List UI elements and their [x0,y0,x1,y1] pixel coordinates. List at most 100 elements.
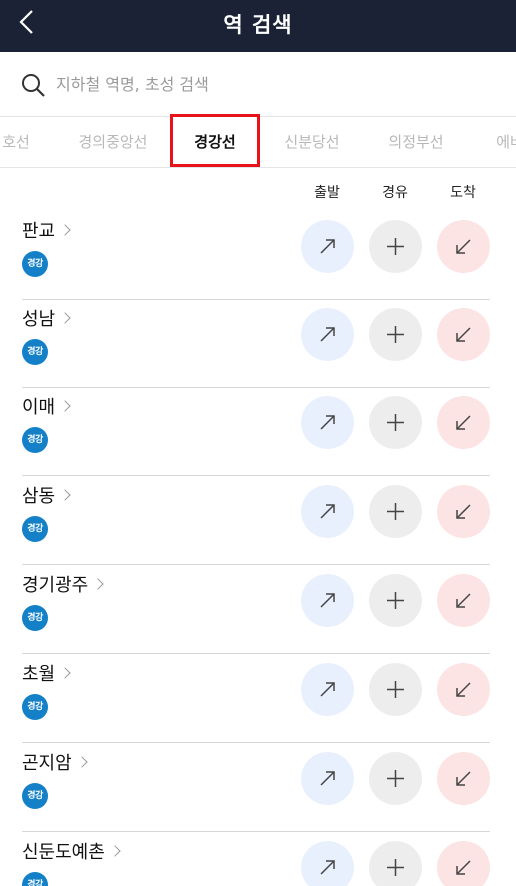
arrival-button[interactable] [437,396,490,449]
search-icon [22,74,45,97]
page-title: 역 검색 [223,13,293,37]
arrow-up-right-icon [320,415,335,430]
station-link[interactable]: 이매 [22,393,71,419]
arrow-up-right-icon [320,239,335,254]
tab-uijeongbu[interactable]: 의정부선 [378,117,454,167]
station-link[interactable]: 신둔도예촌 [22,838,121,864]
chevron-right-icon [92,578,104,590]
line-badge: 경강 [22,516,48,542]
station-name: 삼동 [22,486,56,507]
departure-button[interactable] [301,485,354,538]
station-link[interactable]: 삼동 [22,482,71,508]
line-badge: 경강 [22,694,48,720]
station-row: 신둔도예촌 경강 [22,833,490,886]
plus-icon [387,592,404,609]
via-button[interactable] [369,308,422,361]
search-bar [0,52,516,116]
chevron-right-icon [59,489,71,501]
station-name: 초월 [22,664,56,685]
via-button[interactable] [369,663,422,716]
station-link[interactable]: 초월 [22,660,71,686]
departure-button[interactable] [301,663,354,716]
tab-gyeongui-jungang[interactable]: 경의중앙선 [70,117,156,167]
station-link[interactable]: 곤지암 [22,749,88,775]
plus-icon [387,503,404,520]
station-name: 경기광주 [22,575,89,596]
via-button[interactable] [369,752,422,805]
departure-button[interactable] [301,396,354,449]
chevron-right-icon [76,756,88,768]
chevron-right-icon [109,845,121,857]
plus-icon [387,681,404,698]
station-row: 곤지암 경강 [22,744,490,832]
arrow-up-right-icon [320,860,335,875]
arrival-button[interactable] [437,308,490,361]
station-name: 성남 [22,309,56,330]
tab-sinbundang[interactable]: 신분당선 [274,117,350,167]
header-bar: 역 검색 [0,0,516,52]
station-row: 초월 경강 [22,655,490,743]
arrow-down-left-icon [456,415,471,430]
departure-button[interactable] [301,574,354,627]
arrival-column-header: 도착 [450,185,476,201]
search-input[interactable] [56,66,496,102]
arrival-button[interactable] [437,752,490,805]
arrow-down-left-icon [456,860,471,875]
tab-highlight-box [170,114,260,167]
arrow-up-right-icon [320,682,335,697]
chevron-right-icon [59,224,71,236]
arrival-button[interactable] [437,663,490,716]
arrow-down-left-icon [456,682,471,697]
station-name: 이매 [22,397,56,418]
line-badge: 경강 [22,872,48,886]
station-row: 삼동 경강 [22,477,490,565]
via-column-header: 경유 [382,185,408,201]
chevron-right-icon [59,400,71,412]
station-row: 판교 경강 [22,212,490,300]
chevron-right-icon [59,312,71,324]
departure-button[interactable] [301,308,354,361]
arrival-button[interactable] [437,485,490,538]
tab-line[interactable]: 호선 [0,117,46,167]
arrow-up-right-icon [320,504,335,519]
arrow-down-left-icon [456,327,471,342]
departure-column-header: 출발 [314,185,340,201]
via-button[interactable] [369,574,422,627]
plus-icon [387,238,404,255]
chevron-right-icon [59,667,71,679]
station-row: 이매 경강 [22,388,490,476]
via-button[interactable] [369,841,422,886]
station-name: 판교 [22,221,56,242]
via-button[interactable] [369,396,422,449]
station-link[interactable]: 판교 [22,217,71,243]
departure-button[interactable] [301,841,354,886]
via-button[interactable] [369,220,422,273]
line-badge: 경강 [22,427,48,453]
line-badge: 경강 [22,605,48,631]
arrow-down-left-icon [456,239,471,254]
line-badge: 경강 [22,783,48,809]
arrow-up-right-icon [320,593,335,608]
plus-icon [387,859,404,876]
station-name: 곤지암 [22,753,72,774]
plus-icon [387,326,404,343]
arrow-up-right-icon [320,327,335,342]
arrow-up-right-icon [320,771,335,786]
plus-icon [387,770,404,787]
station-name: 신둔도예촌 [22,842,105,863]
plus-icon [387,414,404,431]
line-badge: 경강 [22,251,48,277]
departure-button[interactable] [301,752,354,805]
via-button[interactable] [369,485,422,538]
arrival-button[interactable] [437,574,490,627]
tab-ever[interactable]: 에버 [480,117,516,167]
departure-button[interactable] [301,220,354,273]
arrow-down-left-icon [456,771,471,786]
station-link[interactable]: 경기광주 [22,571,104,597]
station-row: 경기광주 경강 [22,566,490,654]
arrow-down-left-icon [456,593,471,608]
arrival-button[interactable] [437,220,490,273]
station-link[interactable]: 성남 [22,305,71,331]
arrow-down-left-icon [456,504,471,519]
arrival-button[interactable] [437,841,490,886]
